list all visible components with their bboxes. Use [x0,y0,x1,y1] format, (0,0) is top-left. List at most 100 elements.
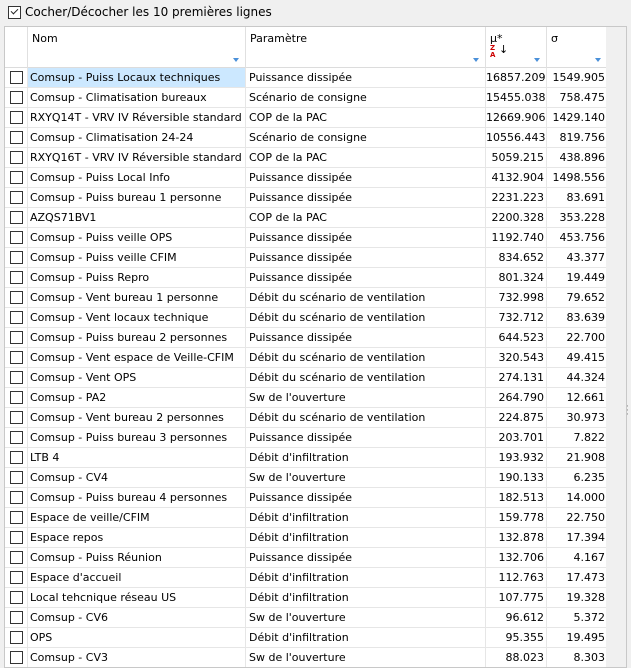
table-row[interactable]: Espace repos Débit d'infiltration 132.878 1… [5,528,626,548]
cell-name[interactable]: Comsup - Vent locaux technique [28,308,246,328]
cell-sigma[interactable]: 30.973 [547,408,608,428]
table-row[interactable]: Comsup - CV6 Sw de l'ouverture 96.612 5.372 [5,608,626,628]
cell-sigma[interactable]: 21.908 [547,448,608,468]
cell-parameter[interactable]: Puissance dissipée [246,248,486,268]
cell-name[interactable]: AZQS71BV1 [28,208,246,228]
cell-sigma[interactable]: 14.000 [547,488,608,508]
cell-sigma[interactable]: 758.475 [547,88,608,108]
cell-sigma[interactable]: 22.750 [547,508,608,528]
select-top-rows-checkbox[interactable] [8,5,21,19]
row-checkbox[interactable] [10,251,23,264]
cell-parameter[interactable]: Débit d'infiltration [246,628,486,648]
cell-mu[interactable]: 112.763 [486,568,547,588]
cell-parameter[interactable]: Débit du scénario de ventilation [246,368,486,388]
cell-sigma[interactable]: 79.652 [547,288,608,308]
cell-mu[interactable]: 1192.740 [486,228,547,248]
cell-name[interactable]: Espace de veille/CFIM [28,508,246,528]
cell-parameter[interactable]: Débit du scénario de ventilation [246,308,486,328]
cell-parameter[interactable]: Puissance dissipée [246,268,486,288]
cell-sigma[interactable]: 438.896 [547,148,608,168]
cell-sigma[interactable]: 353.228 [547,208,608,228]
cell-name[interactable]: Comsup - Vent espace de Veille-CFIM [28,348,246,368]
table-row[interactable]: Local tehcnique réseau US Débit d'infiltr… [5,588,626,608]
cell-sigma[interactable]: 43.377 [547,248,608,268]
row-checkbox[interactable] [10,651,23,664]
cell-sigma[interactable]: 819.756 [547,128,608,148]
cell-mu[interactable]: 320.543 [486,348,547,368]
cell-name[interactable]: RXYQ16T - VRV IV Réversible standard [28,148,246,168]
cell-mu[interactable]: 132.878 [486,528,547,548]
cell-sigma[interactable]: 1429.140 [547,108,608,128]
table-row[interactable]: Comsup - CV3 Sw de l'ouverture 88.023 8.303 [5,648,626,667]
cell-name[interactable]: Comsup - Puiss bureau 2 personnes [28,328,246,348]
cell-mu[interactable]: 2231.223 [486,188,547,208]
cell-sigma[interactable]: 4.167 [547,548,608,568]
cell-parameter[interactable]: Puissance dissipée [246,228,486,248]
table-row[interactable]: Comsup - Puiss bureau 2 personnes Puissan… [5,328,626,348]
cell-name[interactable]: Comsup - Puiss veille CFIM [28,248,246,268]
cell-name[interactable]: Comsup - Vent bureau 2 personnes [28,408,246,428]
table-row[interactable]: Espace d'accueil Débit d'infiltration 112.… [5,568,626,588]
table-row[interactable]: Comsup - Vent OPS Débit du scénario de ve… [5,368,626,388]
cell-sigma[interactable]: 83.639 [547,308,608,328]
row-checkbox[interactable] [10,191,23,204]
table-row[interactable]: Comsup - Puiss bureau 3 personnes Puissan… [5,428,626,448]
header-name[interactable]: Nom [28,27,246,68]
table-row[interactable]: Comsup - Puiss veille OPS Puissance dissi… [5,228,626,248]
row-checkbox[interactable] [10,471,23,484]
cell-mu[interactable]: 801.324 [486,268,547,288]
cell-mu[interactable]: 107.775 [486,588,547,608]
cell-parameter[interactable]: Débit d'infiltration [246,568,486,588]
row-checkbox[interactable] [10,291,23,304]
row-checkbox[interactable] [10,271,23,284]
filter-icon[interactable] [534,58,540,62]
cell-name[interactable]: Comsup - Puiss bureau 4 personnes [28,488,246,508]
cell-parameter[interactable]: Sw de l'ouverture [246,608,486,628]
row-checkbox[interactable] [10,611,23,624]
row-checkbox[interactable] [10,231,23,244]
cell-mu[interactable]: 4132.904 [486,168,547,188]
cell-sigma[interactable]: 44.324 [547,368,608,388]
cell-name[interactable]: Comsup - Puiss Locaux techniques [28,68,246,88]
resize-grip-icon[interactable]: · · · [626,403,629,420]
row-checkbox[interactable] [10,151,23,164]
table-row[interactable]: Comsup - Puiss veille CFIM Puissance diss… [5,248,626,268]
cell-name[interactable]: Comsup - Puiss bureau 1 personne [28,188,246,208]
cell-parameter[interactable]: Scénario de consigne [246,88,486,108]
row-checkbox[interactable] [10,111,23,124]
table-row[interactable]: Comsup - Climatisation bureaux Scénario d… [5,88,626,108]
table-row[interactable]: Comsup - Vent bureau 2 personnes Débit du… [5,408,626,428]
cell-parameter[interactable]: Sw de l'ouverture [246,388,486,408]
row-checkbox[interactable] [10,391,23,404]
cell-sigma[interactable]: 1549.905 [547,68,608,88]
cell-sigma[interactable]: 49.415 [547,348,608,368]
cell-name[interactable]: Comsup - CV3 [28,648,246,667]
cell-parameter[interactable]: Puissance dissipée [246,428,486,448]
table-row[interactable]: Comsup - PA2 Sw de l'ouverture 264.790 12.6… [5,388,626,408]
cell-parameter[interactable]: Débit du scénario de ventilation [246,408,486,428]
cell-name[interactable]: Comsup - Climatisation 24-24 [28,128,246,148]
cell-mu[interactable]: 10556.443 [486,128,547,148]
cell-parameter[interactable]: Puissance dissipée [246,328,486,348]
cell-sigma[interactable]: 1498.556 [547,168,608,188]
row-checkbox[interactable] [10,371,23,384]
vertical-scrollbar[interactable] [606,27,626,667]
table-row[interactable]: Comsup - Vent bureau 1 personne Débit du … [5,288,626,308]
cell-parameter[interactable]: COP de la PAC [246,208,486,228]
cell-mu[interactable]: 16857.209 [486,68,547,88]
row-checkbox[interactable] [10,551,23,564]
filter-icon[interactable] [595,58,601,62]
table-row[interactable]: RXYQ14T - VRV IV Réversible standard COP … [5,108,626,128]
cell-parameter[interactable]: Puissance dissipée [246,548,486,568]
cell-mu[interactable]: 203.701 [486,428,547,448]
cell-mu[interactable]: 132.706 [486,548,547,568]
cell-name[interactable]: Espace repos [28,528,246,548]
table-row[interactable]: Comsup - Puiss Réunion Puissance dissipée… [5,548,626,568]
row-checkbox[interactable] [10,491,23,504]
filter-icon[interactable] [233,58,239,62]
table-row[interactable]: Comsup - Vent locaux technique Débit du s… [5,308,626,328]
cell-name[interactable]: Comsup - Vent OPS [28,368,246,388]
header-parameter[interactable]: Paramètre [246,27,486,68]
cell-mu[interactable]: 159.778 [486,508,547,528]
cell-name[interactable]: Comsup - Puiss Réunion [28,548,246,568]
